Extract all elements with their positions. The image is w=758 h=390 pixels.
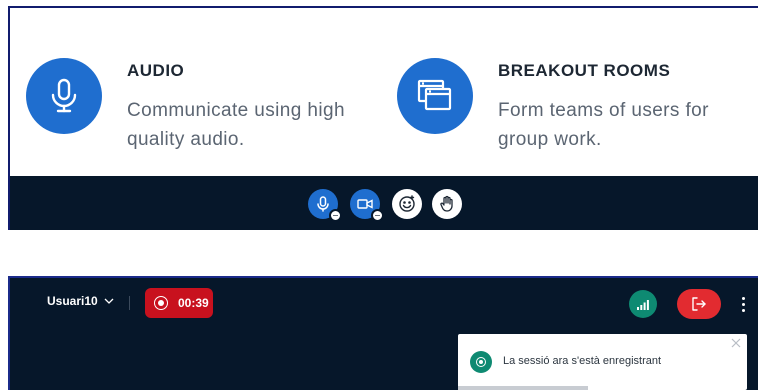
toast-progress-bar (458, 386, 589, 390)
camera-options-badge[interactable] (371, 209, 384, 222)
microphone-options-badge[interactable] (329, 209, 342, 222)
microphone-button[interactable] (308, 189, 342, 222)
close-icon[interactable] (731, 338, 741, 348)
reactions-button[interactable] (392, 189, 422, 219)
user-name: Usuari10 (47, 294, 98, 308)
more-dots-icon (741, 296, 745, 300)
recording-toast: La sessió ara s'està enregistrant (458, 334, 747, 390)
microphone-icon (317, 196, 329, 212)
feature-title: BREAKOUT ROOMS (498, 61, 671, 80)
recording-indicator[interactable]: 00:39 (145, 288, 213, 318)
raise-hand-button[interactable] (432, 189, 462, 219)
feature-title: AUDIO (127, 61, 185, 80)
user-menu[interactable]: Usuari10 (47, 294, 114, 308)
features-panel: AUDIO Communicate using high quality aud… (8, 6, 758, 230)
leave-icon (692, 297, 706, 311)
record-icon (470, 351, 492, 373)
smiley-icon (399, 195, 415, 212)
breakout-rooms-icon (397, 58, 473, 134)
media-controls-bar (10, 176, 758, 230)
video-camera-icon (357, 199, 373, 209)
recording-time: 00:39 (178, 296, 209, 310)
signal-bars-icon (637, 300, 649, 310)
connection-status-button[interactable] (629, 290, 657, 318)
microphone-icon (26, 58, 102, 134)
toast-message: La sessió ara s'està enregistrant (503, 355, 662, 367)
record-icon (154, 296, 168, 310)
divider (129, 296, 130, 310)
camera-button[interactable] (350, 189, 384, 222)
feature-description: Form teams of users for group work. (498, 100, 709, 150)
feature-description: Communicate using high quality audio. (127, 100, 345, 150)
chevron-down-icon (104, 298, 114, 304)
leave-meeting-button[interactable] (677, 289, 721, 319)
hand-icon (440, 195, 453, 212)
more-options-button[interactable] (738, 292, 748, 316)
